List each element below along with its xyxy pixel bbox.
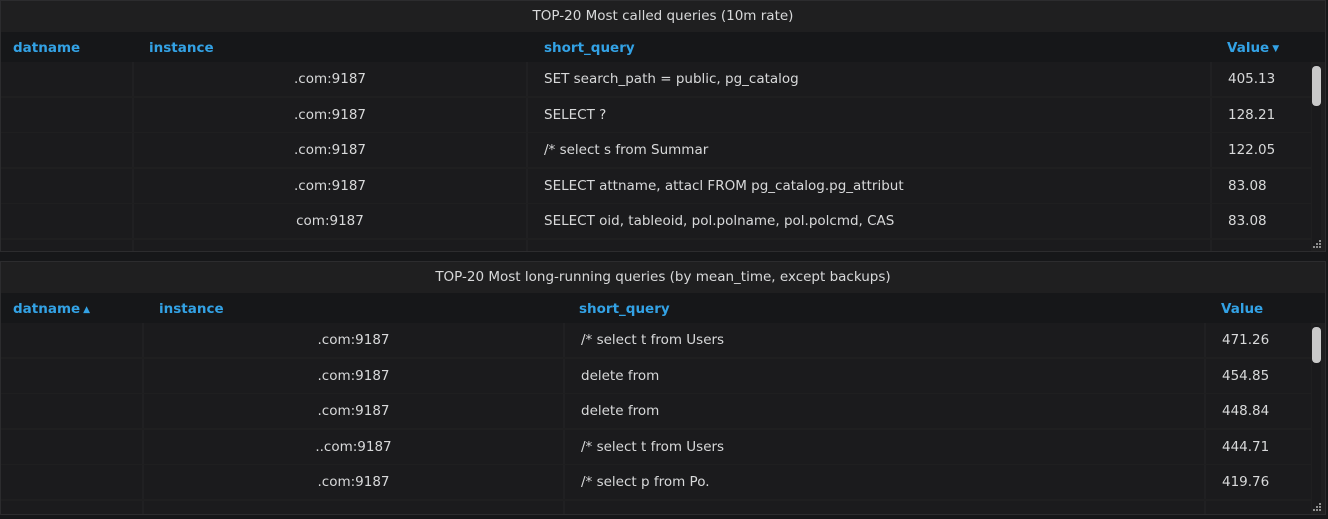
cell-instance xyxy=(144,500,563,514)
cell-instance: .com:9187 xyxy=(134,168,526,203)
sort-asc-icon: ▲ xyxy=(83,305,91,315)
cell-datname xyxy=(1,465,142,499)
panel-long-running-queries: TOP-20 Most long-running queries (by mea… xyxy=(0,261,1326,515)
column-header-datname[interactable]: datname ▲ xyxy=(13,293,90,323)
cell-short-query: SELECT oid, tableoid, pol.polname, pol.p… xyxy=(528,204,1210,238)
cell-short-query: delete from xyxy=(565,394,1204,428)
cell-value: 471.26 xyxy=(1206,323,1311,357)
cell-datname xyxy=(1,323,142,357)
cell-short-query: /* select t from Users xyxy=(565,429,1204,464)
cell-value: 128.21 xyxy=(1212,97,1311,132)
column-label: short_query xyxy=(579,301,670,317)
cell-datname xyxy=(1,133,132,167)
table-row[interactable]: .com:9187 SELECT attname, attacl FROM pg_… xyxy=(1,168,1311,203)
cell-datname xyxy=(1,358,142,393)
table-row[interactable]: com:9187 SELECT oid, tableoid, pol.polnam… xyxy=(1,204,1311,238)
table-header: datname ▲ instance short_query Value xyxy=(1,293,1325,323)
cell-instance: ..com:9187 xyxy=(144,429,563,464)
cell-short-query xyxy=(528,239,1210,251)
column-header-value[interactable]: Value ▼ xyxy=(1227,32,1279,62)
cell-value: 444.71 xyxy=(1206,429,1311,464)
table-body[interactable]: .com:9187/* select t from Users 471.26 .co… xyxy=(1,323,1325,514)
cell-instance xyxy=(134,239,526,251)
column-label: datname xyxy=(13,40,81,56)
cell-value: 83.08 xyxy=(1212,204,1311,238)
column-label: Value xyxy=(1221,301,1264,317)
panel-title[interactable]: TOP-20 Most long-running queries (by mea… xyxy=(1,262,1325,293)
column-label: instance xyxy=(159,301,224,317)
cell-instance: .com:9187 xyxy=(144,358,563,393)
cell-short-query: /* select p from Po. xyxy=(565,465,1204,499)
cell-value: 122.05 xyxy=(1212,133,1311,167)
table-row[interactable]: .com:9187/* select p from Po. 419.76 xyxy=(1,465,1311,499)
cell-instance: .com:9187 xyxy=(144,465,563,499)
column-label: datname xyxy=(13,301,81,317)
cell-value: 448.84 xyxy=(1206,394,1311,428)
column-header-instance[interactable]: instance xyxy=(149,32,214,62)
cell-short-query: delete from xyxy=(565,358,1204,393)
cell-datname xyxy=(1,394,142,428)
table-row-partial[interactable] xyxy=(1,239,1311,251)
cell-instance: .com:9187 xyxy=(134,62,526,96)
scrollbar-thumb[interactable] xyxy=(1312,327,1321,363)
cell-instance: .com:9187 xyxy=(134,97,526,132)
panel-title[interactable]: TOP-20 Most called queries (10m rate) xyxy=(1,1,1325,32)
cell-datname xyxy=(1,168,132,203)
cell-datname xyxy=(1,204,132,238)
table-row[interactable]: .com:9187/* select s from Summar 122.05 xyxy=(1,133,1311,167)
column-header-short-query[interactable]: short_query xyxy=(544,32,635,62)
cell-instance: .com:9187 xyxy=(144,323,563,357)
sort-desc-icon: ▼ xyxy=(1272,44,1280,54)
resize-handle-icon[interactable] xyxy=(1313,240,1322,249)
table-header: datname instance short_query Value ▼ xyxy=(1,32,1325,62)
column-header-short-query[interactable]: short_query xyxy=(579,293,670,323)
cell-short-query: SET search_path = public, pg_catalog xyxy=(528,62,1210,96)
cell-datname xyxy=(1,500,142,514)
cell-value xyxy=(1212,239,1311,251)
cell-short-query: SELECT attname, attacl FROM pg_catalog.p… xyxy=(528,168,1210,203)
table-row[interactable]: .com:9187/* select t from Users 471.26 xyxy=(1,323,1311,357)
cell-datname xyxy=(1,429,142,464)
vertical-scrollbar[interactable] xyxy=(1312,64,1321,247)
column-header-datname[interactable]: datname xyxy=(13,32,80,62)
column-header-instance[interactable]: instance xyxy=(159,293,224,323)
cell-value: 419.76 xyxy=(1206,465,1311,499)
cell-datname xyxy=(1,239,132,251)
scrollbar-thumb[interactable] xyxy=(1312,66,1321,106)
cell-datname xyxy=(1,97,132,132)
vertical-scrollbar[interactable] xyxy=(1312,325,1321,510)
table-row[interactable]: .com:9187 SELECT ? 128.21 xyxy=(1,97,1311,132)
table-row[interactable]: ..com:9187/* select t from Users 444.71 xyxy=(1,429,1311,464)
table-row[interactable]: .com:9187 delete from 448.84 xyxy=(1,394,1311,428)
cell-value: 454.85 xyxy=(1206,358,1311,393)
panel-most-called-queries: TOP-20 Most called queries (10m rate) da… xyxy=(0,0,1326,252)
table-row[interactable]: .com:9187 SET search_path = public, pg_ca… xyxy=(1,62,1311,96)
cell-short-query: /* select s from Summar xyxy=(528,133,1210,167)
cell-short-query: SELECT ? xyxy=(528,97,1210,132)
cell-instance: .com:9187 xyxy=(134,133,526,167)
cell-value xyxy=(1206,500,1311,514)
cell-instance: com:9187 xyxy=(134,204,526,238)
column-label: Value xyxy=(1227,40,1270,56)
cell-value: 405.13 xyxy=(1212,62,1311,96)
column-label: instance xyxy=(149,40,214,56)
column-label: short_query xyxy=(544,40,635,56)
table-row[interactable]: .com:9187 delete from 454.85 xyxy=(1,358,1311,393)
cell-datname xyxy=(1,62,132,96)
cell-short-query: /* select t from Users xyxy=(565,323,1204,357)
cell-instance: .com:9187 xyxy=(144,394,563,428)
column-header-value[interactable]: Value xyxy=(1221,293,1263,323)
table-body[interactable]: .com:9187 SET search_path = public, pg_ca… xyxy=(1,62,1325,251)
cell-short-query xyxy=(565,500,1204,514)
table-row-partial[interactable] xyxy=(1,500,1311,514)
cell-value: 83.08 xyxy=(1212,168,1311,203)
resize-handle-icon[interactable] xyxy=(1313,503,1322,512)
